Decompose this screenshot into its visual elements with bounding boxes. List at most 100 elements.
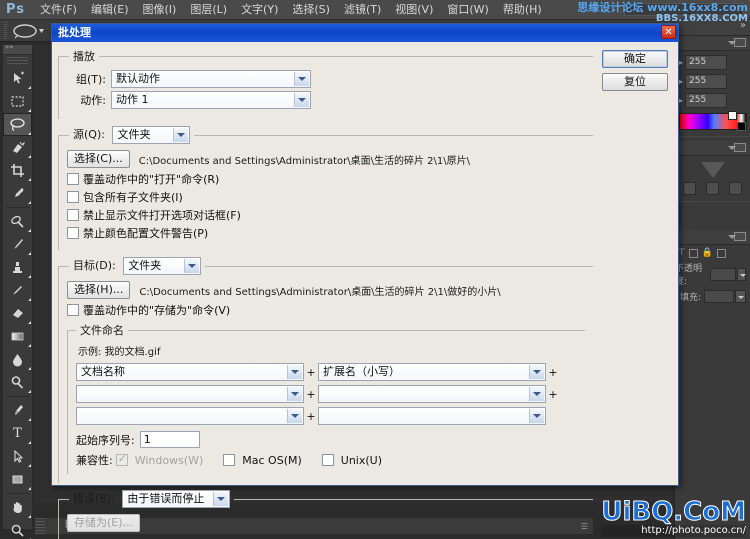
naming-field-2b[interactable] — [318, 385, 546, 403]
type-tool[interactable]: T — [3, 422, 32, 445]
color-value-g[interactable]: 255 — [685, 74, 727, 89]
batch-dialog[interactable]: 批处理 ✕ 确定 复位 播放 组(T): 默认动作 — [51, 23, 679, 486]
crop-tool[interactable] — [3, 159, 32, 182]
opacity-input[interactable] — [710, 268, 735, 281]
timeline-drag-handle[interactable] — [35, 518, 45, 534]
tools-panel-collapse[interactable] — [3, 45, 32, 55]
adjustments-panel-titlebar[interactable] — [675, 141, 750, 156]
lasso-tool[interactable] — [3, 113, 32, 136]
naming-field-3b[interactable] — [318, 407, 546, 425]
chevron-down-icon[interactable] — [287, 409, 302, 423]
checkbox-box[interactable] — [67, 191, 79, 203]
source-checkbox-suppress-color-warnings[interactable]: 禁止颜色配置文件警告(P) — [67, 225, 585, 241]
chevron-down-icon[interactable] — [173, 128, 188, 142]
quick-selection-tool[interactable] — [3, 136, 32, 159]
adjustments-panel-menu-icon[interactable] — [734, 143, 746, 152]
grid-adjustment-icon[interactable] — [729, 182, 742, 195]
naming-field-1b[interactable]: 扩展名（小写） — [318, 363, 546, 381]
lock-icon[interactable]: 🔒 — [702, 248, 713, 258]
menu-filter[interactable]: 滤镜(T) — [337, 0, 388, 20]
rectangle-tool[interactable] — [3, 468, 32, 491]
marquee-tool[interactable] — [3, 90, 32, 113]
adjustment-layer-filter-icon[interactable] — [717, 249, 726, 258]
color-channel-row-b[interactable]: ▸ 255 — [677, 93, 750, 108]
curves-adjustment-icon[interactable] — [683, 182, 696, 195]
color-channel-row-g[interactable]: ▸ 255 — [677, 74, 750, 89]
checkbox-box[interactable] — [67, 173, 79, 185]
layers-panel-titlebar[interactable] — [675, 230, 750, 245]
chevron-down-icon[interactable] — [287, 365, 302, 379]
menu-image[interactable]: 图像(I) — [136, 0, 184, 20]
destination-checkbox-override-saveas[interactable]: 覆盖动作中的"存储为"命令(V) — [67, 302, 585, 318]
color-value-r[interactable]: 255 — [685, 55, 727, 70]
chevron-down-icon[interactable] — [287, 387, 302, 401]
clone-stamp-tool[interactable] — [3, 256, 32, 279]
blur-tool[interactable] — [3, 348, 32, 371]
chevron-down-icon[interactable] — [294, 93, 309, 107]
chevron-down-icon[interactable] — [529, 365, 544, 379]
menu-window[interactable]: 窗口(W) — [440, 0, 495, 20]
lasso-tool-preset-icon[interactable] — [12, 23, 46, 39]
gradient-tool[interactable] — [3, 325, 32, 348]
menu-layer[interactable]: 图层(L) — [183, 0, 234, 20]
eyedropper-tool[interactable] — [3, 182, 32, 205]
batch-dialog-titlebar[interactable]: 批处理 ✕ — [52, 24, 678, 42]
destination-choose-button[interactable]: 选择(H)... — [67, 281, 130, 299]
source-checkbox-suppress-open-dialogs[interactable]: 禁止显示文件打开选项对话框(F) — [67, 207, 585, 223]
healing-brush-tool[interactable] — [3, 210, 32, 233]
fill-dropdown-arrow[interactable] — [735, 290, 746, 303]
serial-number-input[interactable] — [140, 431, 200, 448]
history-brush-tool[interactable] — [3, 279, 32, 302]
fill-input[interactable] — [704, 290, 734, 303]
chevron-down-icon[interactable] — [529, 409, 544, 423]
source-checkbox-override-open[interactable]: 覆盖动作中的"打开"命令(R) — [67, 171, 585, 187]
pen-tool[interactable] — [3, 399, 32, 422]
color-channel-row-r[interactable]: ▸ 255 — [677, 55, 750, 70]
close-icon[interactable]: ✕ — [661, 25, 676, 39]
checkbox-box[interactable] — [67, 304, 79, 316]
color-panel-menu-icon[interactable] — [734, 38, 746, 47]
layers-panel-menu-icon[interactable] — [734, 232, 746, 241]
black-swatch[interactable] — [737, 122, 746, 131]
color-panel-titlebar[interactable] — [675, 36, 750, 51]
checkbox-macos[interactable] — [223, 454, 235, 466]
checkbox-box[interactable] — [67, 227, 79, 239]
chevron-down-icon[interactable] — [213, 492, 228, 506]
naming-field-2a[interactable] — [76, 385, 304, 403]
white-swatch[interactable] — [728, 111, 737, 120]
source-choose-button[interactable]: 选择(C)... — [67, 150, 130, 168]
naming-field-1a[interactable]: 文档名称 — [76, 363, 304, 381]
zoom-tool[interactable] — [3, 519, 32, 539]
tools-panel-drag-handle[interactable] — [7, 57, 28, 65]
move-tool[interactable] — [3, 67, 32, 90]
checkbox-unix[interactable] — [322, 454, 334, 466]
menu-help[interactable]: 帮助(H) — [496, 0, 549, 20]
levels-adjustment-icon[interactable] — [706, 182, 719, 195]
action-select[interactable]: 动作 1 — [111, 91, 311, 109]
panel-collapse-button[interactable] — [675, 20, 750, 36]
color-spectrum-ramp[interactable] — [679, 113, 747, 130]
path-selection-tool[interactable] — [3, 445, 32, 468]
naming-field-3a[interactable] — [76, 407, 304, 425]
text-layer-filter-icon[interactable]: T — [679, 248, 685, 258]
reset-button[interactable]: 复位 — [602, 73, 668, 91]
ok-button[interactable]: 确定 — [602, 50, 668, 68]
eraser-tool[interactable] — [3, 302, 32, 325]
shape-layer-filter-icon[interactable] — [689, 249, 698, 258]
options-bar-grip[interactable] — [4, 22, 7, 40]
menu-bar-search-box[interactable] — [624, 3, 744, 16]
source-checkbox-include-subfolders[interactable]: 包含所有子文件夹(I) — [67, 189, 585, 205]
menu-edit[interactable]: 编辑(E) — [84, 0, 136, 20]
errors-select[interactable]: 由于错误而停止 — [122, 490, 230, 508]
chevron-down-icon[interactable] — [529, 387, 544, 401]
brush-tool[interactable] — [3, 233, 32, 256]
chevron-down-icon[interactable] — [294, 72, 309, 86]
destination-select[interactable]: 文件夹 — [123, 257, 201, 275]
set-select[interactable]: 默认动作 — [111, 70, 311, 88]
hand-tool[interactable] — [3, 496, 32, 519]
menu-view[interactable]: 视图(V) — [388, 0, 440, 20]
dodge-tool[interactable] — [3, 371, 32, 394]
opacity-dropdown-arrow[interactable] — [737, 268, 746, 281]
checkbox-box[interactable] — [67, 209, 79, 221]
source-select[interactable]: 文件夹 — [112, 126, 190, 144]
